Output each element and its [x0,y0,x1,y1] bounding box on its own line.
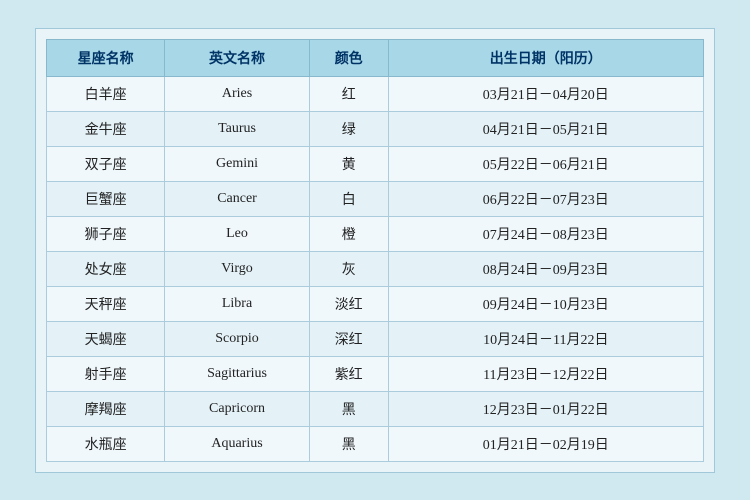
cell-chinese: 狮子座 [47,216,165,251]
table-row: 狮子座Leo橙07月24日－08月23日 [47,216,704,251]
cell-english: Virgo [165,251,310,286]
cell-color: 黄 [309,146,388,181]
cell-date: 11月23日－12月22日 [388,356,703,391]
cell-english: Scorpio [165,321,310,356]
cell-color: 红 [309,76,388,111]
cell-english: Capricorn [165,391,310,426]
cell-english: Aquarius [165,426,310,461]
cell-chinese: 双子座 [47,146,165,181]
cell-date: 08月24日－09月23日 [388,251,703,286]
cell-date: 05月22日－06月21日 [388,146,703,181]
table-row: 摩羯座Capricorn黑12月23日－01月22日 [47,391,704,426]
cell-english: Sagittarius [165,356,310,391]
cell-color: 深红 [309,321,388,356]
cell-chinese: 金牛座 [47,111,165,146]
cell-english: Gemini [165,146,310,181]
header-english: 英文名称 [165,39,310,76]
cell-date: 06月22日－07月23日 [388,181,703,216]
cell-chinese: 水瓶座 [47,426,165,461]
cell-date: 10月24日－11月22日 [388,321,703,356]
cell-color: 紫红 [309,356,388,391]
cell-chinese: 巨蟹座 [47,181,165,216]
table-header-row: 星座名称 英文名称 颜色 出生日期（阳历） [47,39,704,76]
cell-chinese: 射手座 [47,356,165,391]
table-row: 金牛座Taurus绿04月21日－05月21日 [47,111,704,146]
cell-chinese: 白羊座 [47,76,165,111]
header-date: 出生日期（阳历） [388,39,703,76]
cell-color: 淡红 [309,286,388,321]
table-row: 天蝎座Scorpio深红10月24日－11月22日 [47,321,704,356]
cell-color: 灰 [309,251,388,286]
cell-color: 黑 [309,391,388,426]
cell-date: 03月21日－04月20日 [388,76,703,111]
table-row: 巨蟹座Cancer白06月22日－07月23日 [47,181,704,216]
cell-date: 12月23日－01月22日 [388,391,703,426]
cell-english: Taurus [165,111,310,146]
table-row: 白羊座Aries红03月21日－04月20日 [47,76,704,111]
cell-english: Leo [165,216,310,251]
cell-chinese: 摩羯座 [47,391,165,426]
cell-date: 01月21日－02月19日 [388,426,703,461]
cell-date: 09月24日－10月23日 [388,286,703,321]
zodiac-table: 星座名称 英文名称 颜色 出生日期（阳历） 白羊座Aries红03月21日－04… [46,39,704,462]
cell-chinese: 天蝎座 [47,321,165,356]
cell-english: Aries [165,76,310,111]
cell-english: Libra [165,286,310,321]
cell-date: 04月21日－05月21日 [388,111,703,146]
cell-color: 黑 [309,426,388,461]
table-row: 射手座Sagittarius紫红11月23日－12月22日 [47,356,704,391]
table-row: 天秤座Libra淡红09月24日－10月23日 [47,286,704,321]
cell-color: 绿 [309,111,388,146]
cell-color: 橙 [309,216,388,251]
cell-chinese: 处女座 [47,251,165,286]
main-container: 星座名称 英文名称 颜色 出生日期（阳历） 白羊座Aries红03月21日－04… [35,28,715,473]
header-color: 颜色 [309,39,388,76]
table-row: 水瓶座Aquarius黑01月21日－02月19日 [47,426,704,461]
cell-color: 白 [309,181,388,216]
table-row: 双子座Gemini黄05月22日－06月21日 [47,146,704,181]
header-chinese: 星座名称 [47,39,165,76]
cell-english: Cancer [165,181,310,216]
cell-date: 07月24日－08月23日 [388,216,703,251]
cell-chinese: 天秤座 [47,286,165,321]
table-row: 处女座Virgo灰08月24日－09月23日 [47,251,704,286]
